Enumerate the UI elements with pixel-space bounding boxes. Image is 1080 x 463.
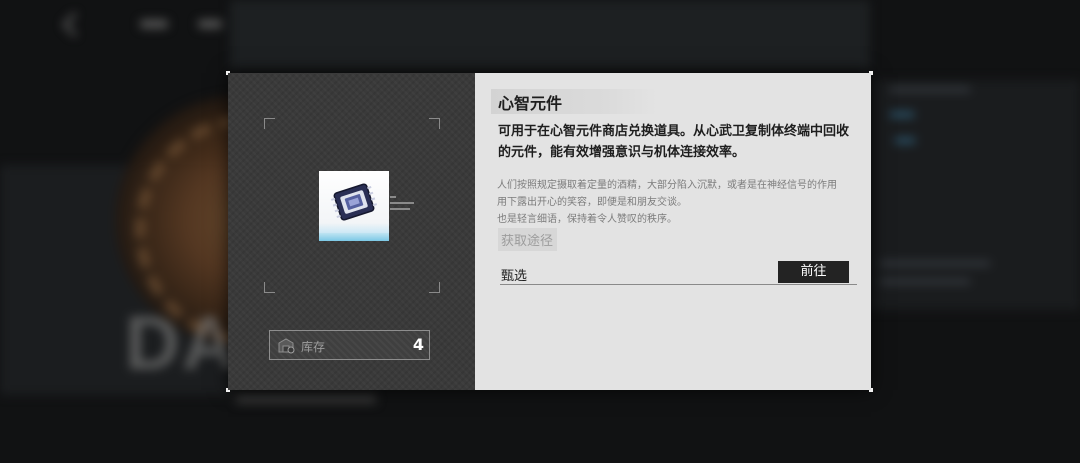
preview-frame-corner	[429, 282, 440, 293]
row-divider	[500, 284, 857, 285]
item-icon-card	[319, 171, 389, 241]
acquisition-heading: 获取途径	[498, 228, 558, 251]
warehouse-box-icon	[278, 338, 295, 354]
acquisition-source-row: 甄选 前往	[500, 261, 857, 285]
inventory-count: 4	[412, 335, 424, 354]
game-screen: DA 库存 4 心智元件 可用于在心智元件商店兑换道具。从心武卫复制体终端中回收…	[0, 0, 1080, 463]
acquisition-source-name: 甄选	[501, 269, 528, 284]
preview-frame-corner	[264, 282, 275, 293]
item-title: 心智元件	[498, 94, 563, 113]
goto-button[interactable]: 前往	[778, 261, 849, 283]
item-flavor-text: 人们按照规定摄取着定量的酒精，大部分陷入沉默，或者是在神经信号的作用 用下露出开…	[497, 177, 867, 228]
back-arrow-icon	[62, 12, 87, 37]
preview-frame-corner	[429, 118, 440, 129]
item-info-panel: 心智元件 可用于在心智元件商店兑换道具。从心武卫复制体终端中回收的元件，能有效增…	[475, 73, 871, 390]
background-title-text: DA	[125, 301, 239, 386]
preview-frame-corner	[264, 118, 275, 129]
item-description: 可用于在心智元件商店兑换道具。从心武卫复制体终端中回收的元件，能有效增强意识与机…	[498, 124, 850, 160]
flavor-text-line: 人们按照规定摄取着定量的酒精，大部分陷入沉默，或者是在神经信号的作用	[497, 180, 837, 191]
flavor-text-line: 也是轻言细语，保持着令人赞叹的秩序。	[497, 214, 677, 225]
item-detail-dialog: 库存 4 心智元件 可用于在心智元件商店兑换道具。从心武卫复制体终端中回收的元件…	[226, 71, 873, 392]
flavor-text-line: 用下露出开心的笑容，即便是和朋友交谈。	[497, 197, 687, 208]
inventory-label: 库存	[301, 340, 326, 354]
item-preview-panel: 库存 4	[228, 73, 475, 390]
inventory-count-box: 库存 4	[269, 330, 430, 360]
